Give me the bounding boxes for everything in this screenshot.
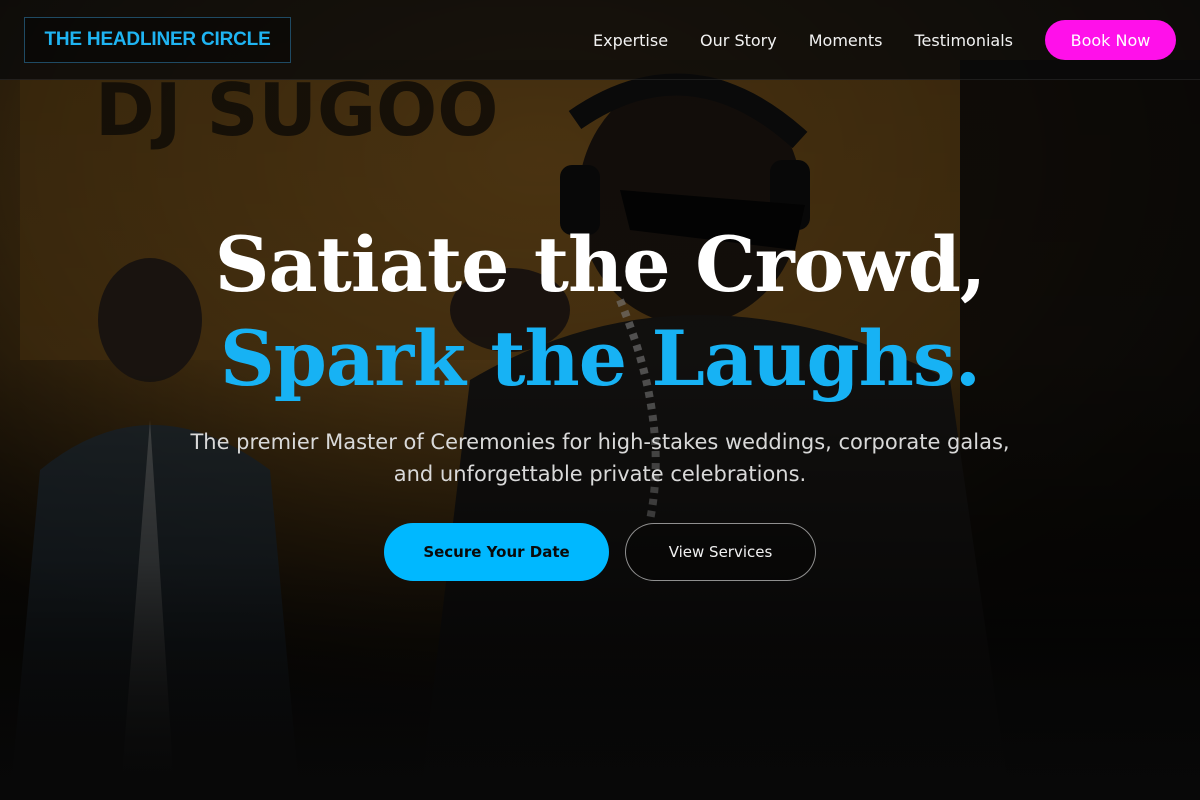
landing-page: DJ SUGOO THE HEADLINER CIRCLE Expertis: [0, 0, 1200, 800]
hero-section: Satiate the Crowd, Spark the Laughs. The…: [0, 0, 1200, 800]
hero-subtitle: The premier Master of Ceremonies for hig…: [190, 430, 1010, 486]
secure-your-date-button[interactable]: Secure Your Date: [384, 523, 609, 581]
nav-link-our-story[interactable]: Our Story: [700, 31, 777, 50]
book-now-button[interactable]: Book Now: [1045, 20, 1176, 60]
nav-link-expertise[interactable]: Expertise: [593, 31, 668, 50]
nav-link-moments[interactable]: Moments: [809, 31, 883, 50]
hero-headline-line2: Spark the Laughs.: [219, 314, 981, 403]
nav-link-testimonials[interactable]: Testimonials: [915, 31, 1014, 50]
nav-links: Expertise Our Story Moments Testimonials: [593, 0, 1013, 80]
hero-headline-line1: Satiate the Crowd,: [214, 220, 987, 309]
brand-logo[interactable]: THE HEADLINER CIRCLE: [24, 17, 291, 63]
top-navbar: THE HEADLINER CIRCLE Expertise Our Story…: [0, 0, 1200, 80]
hero-headline: Satiate the Crowd, Spark the Laughs.: [0, 218, 1200, 406]
view-services-button[interactable]: View Services: [625, 523, 816, 581]
